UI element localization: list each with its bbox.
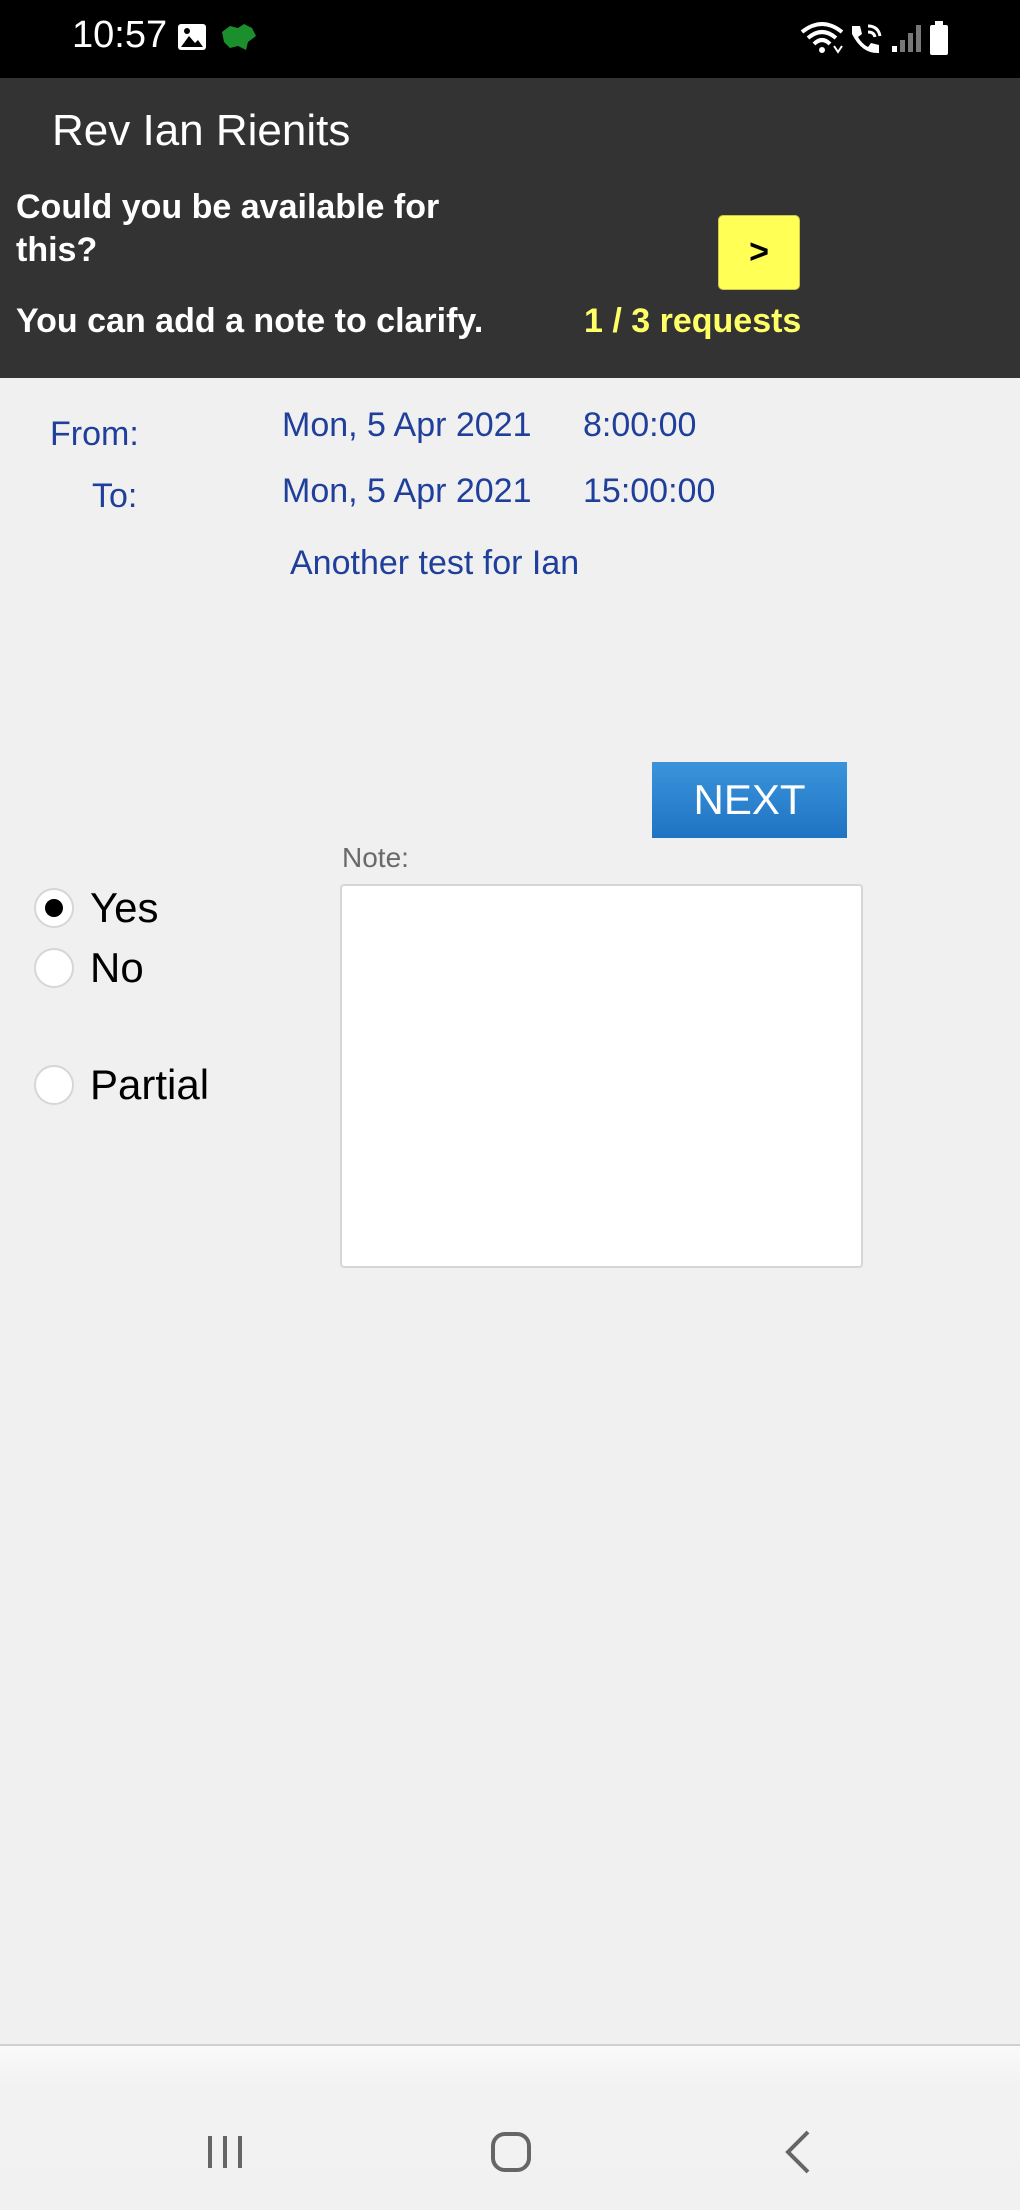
- note-label: Note:: [342, 842, 409, 873]
- radio-button-yes[interactable]: [34, 888, 74, 928]
- signal-icon: [892, 25, 921, 52]
- recents-icon[interactable]: [200, 2130, 250, 2174]
- from-label: From:: [50, 415, 139, 453]
- availability-question: Could you be available for this?: [16, 188, 440, 269]
- from-date: Mon, 5 Apr 2021: [282, 406, 532, 444]
- app-notification-icon: [222, 24, 256, 50]
- next-request-button[interactable]: >: [718, 215, 800, 290]
- from-time: 8:00:00: [583, 406, 697, 444]
- to-date: Mon, 5 Apr 2021: [282, 472, 532, 510]
- request-header: Rev Ian Rienits Could you be available f…: [0, 78, 1020, 378]
- home-icon[interactable]: [487, 2128, 535, 2176]
- back-icon[interactable]: [780, 2126, 816, 2178]
- radio-option-partial[interactable]: Partial: [34, 1061, 209, 1109]
- wifi-icon: [800, 22, 844, 54]
- note-hint: You can add a note to clarify.: [16, 302, 484, 340]
- next-button[interactable]: NEXT: [652, 762, 847, 838]
- status-bar: 10:57: [0, 0, 1020, 78]
- radio-button-partial[interactable]: [34, 1065, 74, 1105]
- radio-label-no: No: [90, 944, 144, 991]
- to-time: 15:00:00: [583, 472, 716, 510]
- person-name: Rev Ian Rienits: [52, 106, 351, 155]
- radio-label-yes: Yes: [90, 884, 159, 931]
- request-counter: 1 / 3 requests: [584, 302, 802, 340]
- radio-button-no[interactable]: [34, 948, 74, 988]
- radio-option-yes[interactable]: Yes: [34, 884, 159, 932]
- to-label: To:: [92, 477, 138, 515]
- status-time: 10:57: [72, 14, 168, 56]
- event-description: Another test for Ian: [290, 544, 580, 582]
- radio-option-no[interactable]: No: [34, 944, 144, 992]
- battery-icon: [930, 21, 948, 55]
- gallery-icon: [178, 24, 206, 50]
- radio-label-partial: Partial: [90, 1061, 210, 1108]
- note-textarea[interactable]: [340, 884, 863, 1268]
- wifi-calling-icon: [852, 24, 882, 54]
